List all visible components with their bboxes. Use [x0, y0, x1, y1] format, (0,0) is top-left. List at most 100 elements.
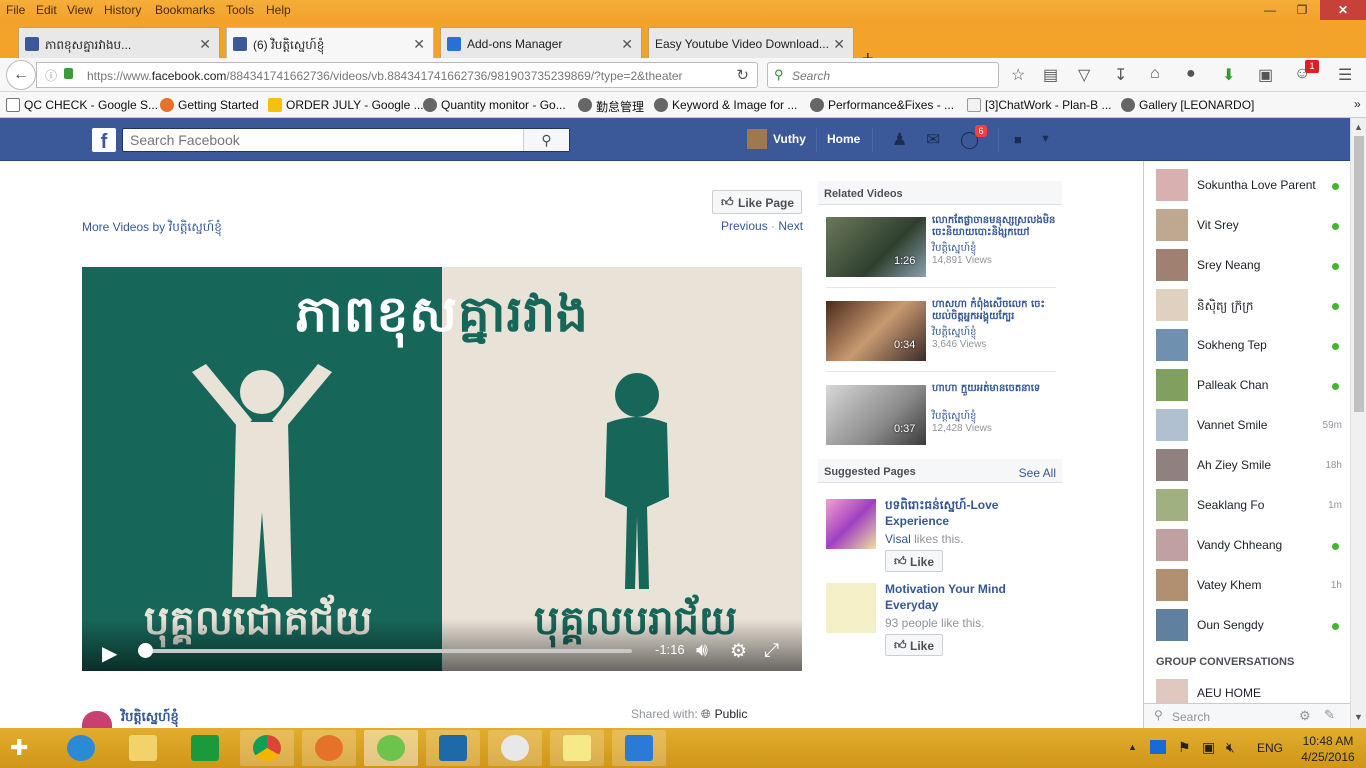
bookmark-star-icon[interactable]: ☆ [1011, 65, 1025, 85]
related-video-page[interactable]: វិបត្តិស្នេហ៍ខ្ញុំ [932, 409, 976, 424]
menu-history[interactable]: History [104, 3, 141, 17]
bookmarks-overflow-icon[interactable]: » [1354, 97, 1361, 111]
url-bar[interactable]: ⓘ https://www.facebook.com/8843417416627… [36, 62, 758, 88]
related-video-page[interactable]: វិបត្តិស្នេហ៍ខ្ញុំ [932, 325, 976, 340]
facebook-logo-icon[interactable]: f [92, 128, 116, 153]
hamburger-menu-icon[interactable]: ☰ [1338, 65, 1352, 85]
taskbar-chrome[interactable] [240, 730, 294, 766]
related-video-title[interactable]: ហាសហា កំពុំងសើចលេក ចេះយល់ចិត្តអ្នកអង្គុយ… [932, 299, 1056, 323]
bookmark-item[interactable]: Quantity monitor - Go... [423, 98, 566, 112]
chat-friend-row[interactable]: Oun Sengdy [1156, 609, 1346, 643]
chat-friend-row[interactable]: Sokheng Tep [1156, 329, 1346, 363]
see-all-link[interactable]: See All [1019, 466, 1056, 480]
search-engine-icon[interactable]: ⚲ [774, 67, 784, 83]
chat-friend-row[interactable]: Vandy Chheang [1156, 529, 1346, 563]
facebook-search-input[interactable] [123, 129, 513, 151]
chat-friend-row[interactable]: Vannet Smile 59m [1156, 409, 1346, 443]
page-scrollbar[interactable]: ▲ ▼ [1350, 118, 1366, 728]
home-icon[interactable]: ⌂ [1150, 65, 1160, 83]
bookmark-item[interactable]: Keyword & Image for ... [654, 98, 797, 112]
menu-edit[interactable]: Edit [36, 3, 57, 17]
bookmark-item[interactable]: [3]ChatWork - Plan-B ... [967, 98, 1112, 112]
menu-tools[interactable]: Tools [226, 3, 254, 17]
settings-gear-icon[interactable]: ⚙ [730, 640, 747, 663]
previous-link[interactable]: Previous [721, 219, 768, 233]
volume-muted-icon[interactable]: 🔇︎ [1226, 739, 1235, 756]
url-text[interactable]: https://www.facebook.com/884341741662736… [87, 69, 683, 83]
taskbar-screen-capture[interactable] [612, 730, 666, 766]
taskbar-store[interactable] [178, 730, 232, 766]
system-clock[interactable]: 10:48 AM 4/25/2016 [1298, 733, 1358, 765]
close-tab-icon[interactable]: ✕ [199, 36, 211, 53]
video-player[interactable]: ភាពខុសគ្នារវាង បុគ្គលជោគជ័យ បុគ្គលបរាជ័យ… [82, 267, 802, 671]
tab-easy-youtube[interactable]: Easy Youtube Video Download... ✕ [648, 27, 854, 58]
chevron-down-icon[interactable]: ▼ [1040, 133, 1051, 145]
taskbar-internet-explorer[interactable] [54, 730, 108, 766]
network-icon[interactable]: ▣ [1202, 739, 1215, 756]
tab-facebook-active[interactable]: (6) វិបត្តិស្នេហ៍ខ្ញុំ ✕ [226, 27, 434, 58]
like-button[interactable]: 👍︎ Like [885, 550, 943, 572]
bookmark-item[interactable]: Gallery [LEONARDO] [1121, 98, 1254, 112]
like-page-button[interactable]: 👍︎ Like Page [712, 190, 802, 214]
scrollbar-thumb[interactable] [1354, 136, 1364, 412]
page-name-link[interactable]: Motivation Your Mind Everyday [885, 581, 1055, 613]
scroll-down-icon[interactable]: ▼ [1354, 712, 1363, 722]
back-button[interactable]: ← [6, 60, 36, 90]
poster-page-name[interactable]: វិបត្តិស្នេហ៍ខ្ញុំ [121, 709, 179, 728]
more-videos-link[interactable]: More Videos by វិបត្តិស្នេហ៍ខ្ញុំ [82, 219, 222, 237]
chat-friend-row[interactable]: Srey Neang [1156, 249, 1346, 283]
input-language[interactable]: ENG [1257, 741, 1283, 755]
taskbar-file-explorer[interactable] [116, 730, 170, 766]
related-video-item[interactable]: 0:34 ហាសហា កំពុំងសើចលេក ចេះយល់ចិត្តអ្នកអ… [826, 299, 1056, 371]
volume-icon[interactable]: 🔊︎ [696, 640, 708, 662]
messages-icon[interactable]: ✉ [926, 130, 940, 150]
video-thumbnail[interactable] [826, 217, 926, 277]
chat-friend-row[interactable]: និស៊ិត្យ ក្រ៊ក្រ [1156, 289, 1346, 323]
taskbar-sticky-notes[interactable] [550, 730, 604, 766]
page-avatar[interactable] [82, 711, 112, 728]
menu-view[interactable]: View [67, 3, 93, 17]
tray-overflow-icon[interactable]: ▲ [1128, 742, 1137, 752]
tab-video-khmer[interactable]: ភាពខុសគ្នារវាងប... ✕ [18, 27, 220, 58]
browser-search-box[interactable]: ⚲ Search [767, 62, 999, 88]
page-thumbnail[interactable] [826, 499, 876, 549]
search-icon[interactable]: ⚲ [523, 129, 569, 151]
close-tab-icon[interactable]: ✕ [413, 36, 425, 53]
video-thumbnail[interactable] [826, 385, 926, 445]
minimize-icon[interactable]: — [1256, 0, 1284, 20]
close-tab-icon[interactable]: ✕ [621, 36, 633, 53]
related-video-item[interactable]: 1:26 លោកតែផ្លាចានមនុស្សស្រលងមិន ចេះនិយាយ… [826, 215, 1056, 287]
compose-icon[interactable]: ✎ [1324, 707, 1335, 723]
related-video-page[interactable]: វិបត្តិស្នេហ៍ខ្ញុំ [932, 241, 976, 256]
menu-help[interactable]: Help [266, 3, 291, 17]
pocket-icon[interactable]: ▽ [1078, 65, 1090, 85]
menu-file[interactable]: File [6, 3, 25, 17]
friend-requests-icon[interactable]: ♟ [892, 130, 907, 150]
downloads-icon[interactable]: ↧ [1114, 65, 1127, 85]
scroll-up-icon[interactable]: ▲ [1354, 122, 1363, 132]
chat-friend-row[interactable]: Vatey Khem 1h [1156, 569, 1346, 603]
video-thumbnail[interactable] [826, 301, 926, 361]
related-video-title[interactable]: ហាហា ក្មួយអត់មានចេតនាទេ [932, 383, 1056, 395]
menu-bookmarks[interactable]: Bookmarks [155, 3, 215, 17]
download-green-icon[interactable]: ⬇ [1222, 65, 1235, 85]
related-video-title[interactable]: លោកតែផ្លាចានមនុស្សស្រលងមិន ចេះនិយាយបោះនិ… [932, 215, 1056, 239]
chat-friend-row[interactable]: Palleak Chan [1156, 369, 1346, 403]
bookmark-item[interactable]: QC CHECK - Google S... [6, 98, 158, 112]
next-link[interactable]: Next [778, 219, 803, 233]
chat-friend-row[interactable]: Vit Srey [1156, 209, 1346, 243]
related-video-item[interactable]: 0:37 ហាហា ក្មួយអត់មានចេតនាទេ វិបត្តិស្នេ… [826, 383, 1056, 455]
chat-friend-row[interactable]: Seaklang Fo 1m [1156, 489, 1346, 523]
page-name-link[interactable]: បទពិរោះធន់ស្នេហ៍-Love Experience [885, 497, 1055, 529]
fullscreen-icon[interactable]: ⤢ [764, 640, 779, 662]
info-icon[interactable]: ⓘ [45, 67, 57, 84]
bookmark-item[interactable]: Getting Started [160, 98, 259, 112]
taskbar-firefox[interactable] [302, 730, 356, 766]
tray-app-icon[interactable] [1150, 740, 1166, 754]
bookmark-item[interactable]: Performance&Fixes - ... [810, 98, 954, 112]
bookmark-item[interactable]: ORDER JULY - Google ... [268, 98, 424, 112]
reading-list-icon[interactable]: ▤ [1043, 65, 1058, 85]
chat-bubble-icon[interactable]: ● [1186, 65, 1196, 83]
taskbar-snipping-tool[interactable] [488, 730, 542, 766]
page-thumbnail[interactable] [826, 583, 876, 633]
